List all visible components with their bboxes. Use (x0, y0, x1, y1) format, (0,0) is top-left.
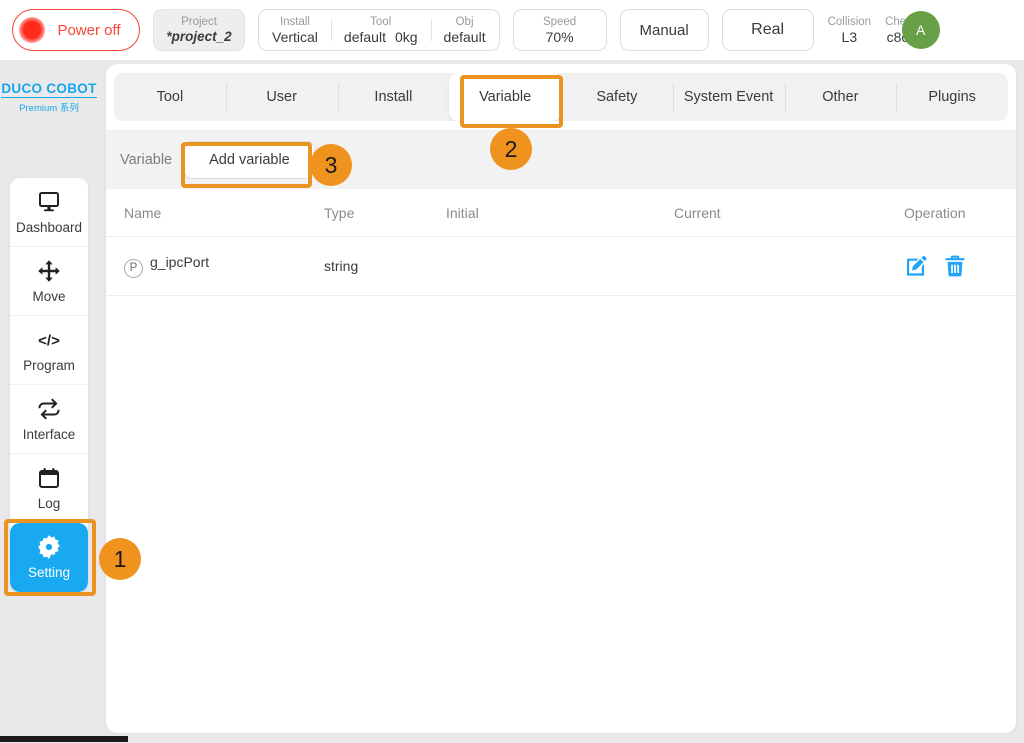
settings-tabbar: Tool User Install Variable Safety System… (114, 73, 1008, 121)
sidebar-item-interface[interactable]: Interface (10, 385, 88, 454)
top-status-bar: Power off Project *project_2 Install Ver… (0, 0, 1024, 60)
tab-user[interactable]: User (226, 73, 338, 121)
tool-value: default (344, 29, 386, 45)
sidebar-item-label: Move (32, 289, 65, 304)
tab-plugins[interactable]: Plugins (896, 73, 1008, 121)
calendar-icon (38, 466, 60, 490)
power-off-button[interactable]: Power off (12, 9, 140, 51)
sidebar-item-program[interactable]: </> Program (10, 316, 88, 385)
horizontal-scrollbar-track[interactable] (0, 734, 1024, 743)
tool-label: Tool (370, 16, 391, 29)
speed-value: 70% (546, 29, 574, 45)
sidebar-item-label: Setting (28, 565, 70, 580)
column-header-operation: Operation (904, 189, 1016, 237)
edit-icon[interactable] (904, 254, 928, 278)
obj-label: Obj (456, 16, 474, 29)
project-label: Project (181, 16, 217, 29)
speed-pill[interactable]: Speed 70% (513, 9, 607, 51)
sidebar-item-move[interactable]: Move (10, 247, 88, 316)
cell-variable-type: string (324, 237, 446, 296)
variable-table-body: Pg_ipcPort string (106, 237, 1016, 296)
add-variable-button[interactable]: Add variable (184, 141, 315, 179)
app-logo: DUCO COBOT Premium 系列 (0, 80, 98, 114)
column-header-type: Type (324, 189, 446, 237)
sidebar-item-label: Dashboard (16, 220, 82, 235)
collision-label: Collision (828, 16, 871, 29)
tool-segment[interactable]: Tool default 0kg (331, 10, 431, 50)
svg-text:</>: </> (38, 332, 60, 349)
collision-value: L3 (842, 29, 858, 45)
obj-value: default (444, 29, 486, 45)
user-avatar[interactable]: A (902, 11, 940, 49)
annotation-badge-3: 3 (310, 144, 352, 186)
power-off-label: Power off (47, 22, 139, 39)
variable-subbar: Variable Add variable (106, 130, 1016, 189)
sidebar-item-log[interactable]: Log (10, 454, 88, 523)
cell-variable-current (674, 237, 904, 296)
column-header-initial: Initial (446, 189, 674, 237)
real-mode-button[interactable]: Real (722, 9, 814, 51)
main-panel: Tool User Install Variable Safety System… (106, 64, 1016, 733)
tab-safety[interactable]: Safety (561, 73, 673, 121)
project-value: *project_2 (166, 29, 231, 45)
variable-name-text: g_ipcPort (150, 254, 209, 270)
tab-other[interactable]: Other (785, 73, 897, 121)
speed-label: Speed (543, 16, 576, 29)
sidebar-item-label: Program (23, 358, 75, 373)
variable-table: Name Type Initial Current Operation Pg_i… (106, 189, 1016, 296)
sidebar-item-dashboard[interactable]: Dashboard (10, 178, 88, 247)
horizontal-scrollbar-thumb[interactable] (0, 736, 128, 742)
manual-mode-button[interactable]: Manual (620, 9, 709, 51)
settings-tabbar-wrapper: Tool User Install Variable Safety System… (106, 64, 1016, 130)
install-tool-obj-group[interactable]: Install Vertical Tool default 0kg Obj de… (258, 9, 500, 51)
delete-icon[interactable] (943, 254, 967, 278)
cell-variable-name: Pg_ipcPort (106, 237, 324, 296)
cell-variable-initial (446, 237, 674, 296)
code-brackets-icon: </> (35, 328, 63, 352)
row-operations (904, 254, 1016, 278)
collision-status: Collision L3 (828, 9, 871, 51)
tab-tool[interactable]: Tool (114, 73, 226, 121)
project-pill[interactable]: Project *project_2 (153, 9, 245, 51)
column-header-current: Current (674, 189, 904, 237)
obj-segment[interactable]: Obj default (431, 10, 499, 50)
sidebar: DUCO COBOT Premium 系列 Dashboard Move </> (0, 60, 98, 743)
table-row[interactable]: Pg_ipcPort string (106, 237, 1016, 296)
sidebar-nav: Dashboard Move </> Program Interface (10, 178, 88, 592)
annotation-badge-1: 1 (99, 538, 141, 580)
variable-section-label: Variable (120, 152, 172, 168)
annotation-badge-2: 2 (490, 128, 532, 170)
tab-install[interactable]: Install (338, 73, 450, 121)
tab-system-event[interactable]: System Event (673, 73, 785, 121)
column-header-name: Name (106, 189, 324, 237)
monitor-icon (37, 190, 61, 214)
table-header-row: Name Type Initial Current Operation (106, 189, 1016, 237)
sidebar-item-label: Interface (23, 427, 76, 442)
gear-icon (37, 535, 61, 559)
tool-payload-value: 0kg (395, 29, 418, 45)
install-label: Install (280, 16, 310, 29)
variable-table-head: Name Type Initial Current Operation (106, 189, 1016, 237)
swap-arrows-icon (37, 397, 61, 421)
tab-variable[interactable]: Variable (449, 73, 561, 121)
sidebar-item-setting[interactable]: Setting (10, 523, 88, 592)
persistent-badge-icon: P (124, 259, 143, 278)
logo-title: DUCO COBOT (1, 81, 96, 98)
sidebar-item-label: Log (38, 496, 61, 511)
install-value: Vertical (272, 29, 318, 45)
power-indicator-icon (19, 17, 45, 43)
logo-subtitle: Premium 系列 (0, 100, 98, 114)
app-root: Power off Project *project_2 Install Ver… (0, 0, 1024, 743)
install-segment[interactable]: Install Vertical (259, 10, 331, 50)
move-arrows-icon (37, 259, 61, 283)
cell-operations (904, 237, 1016, 296)
